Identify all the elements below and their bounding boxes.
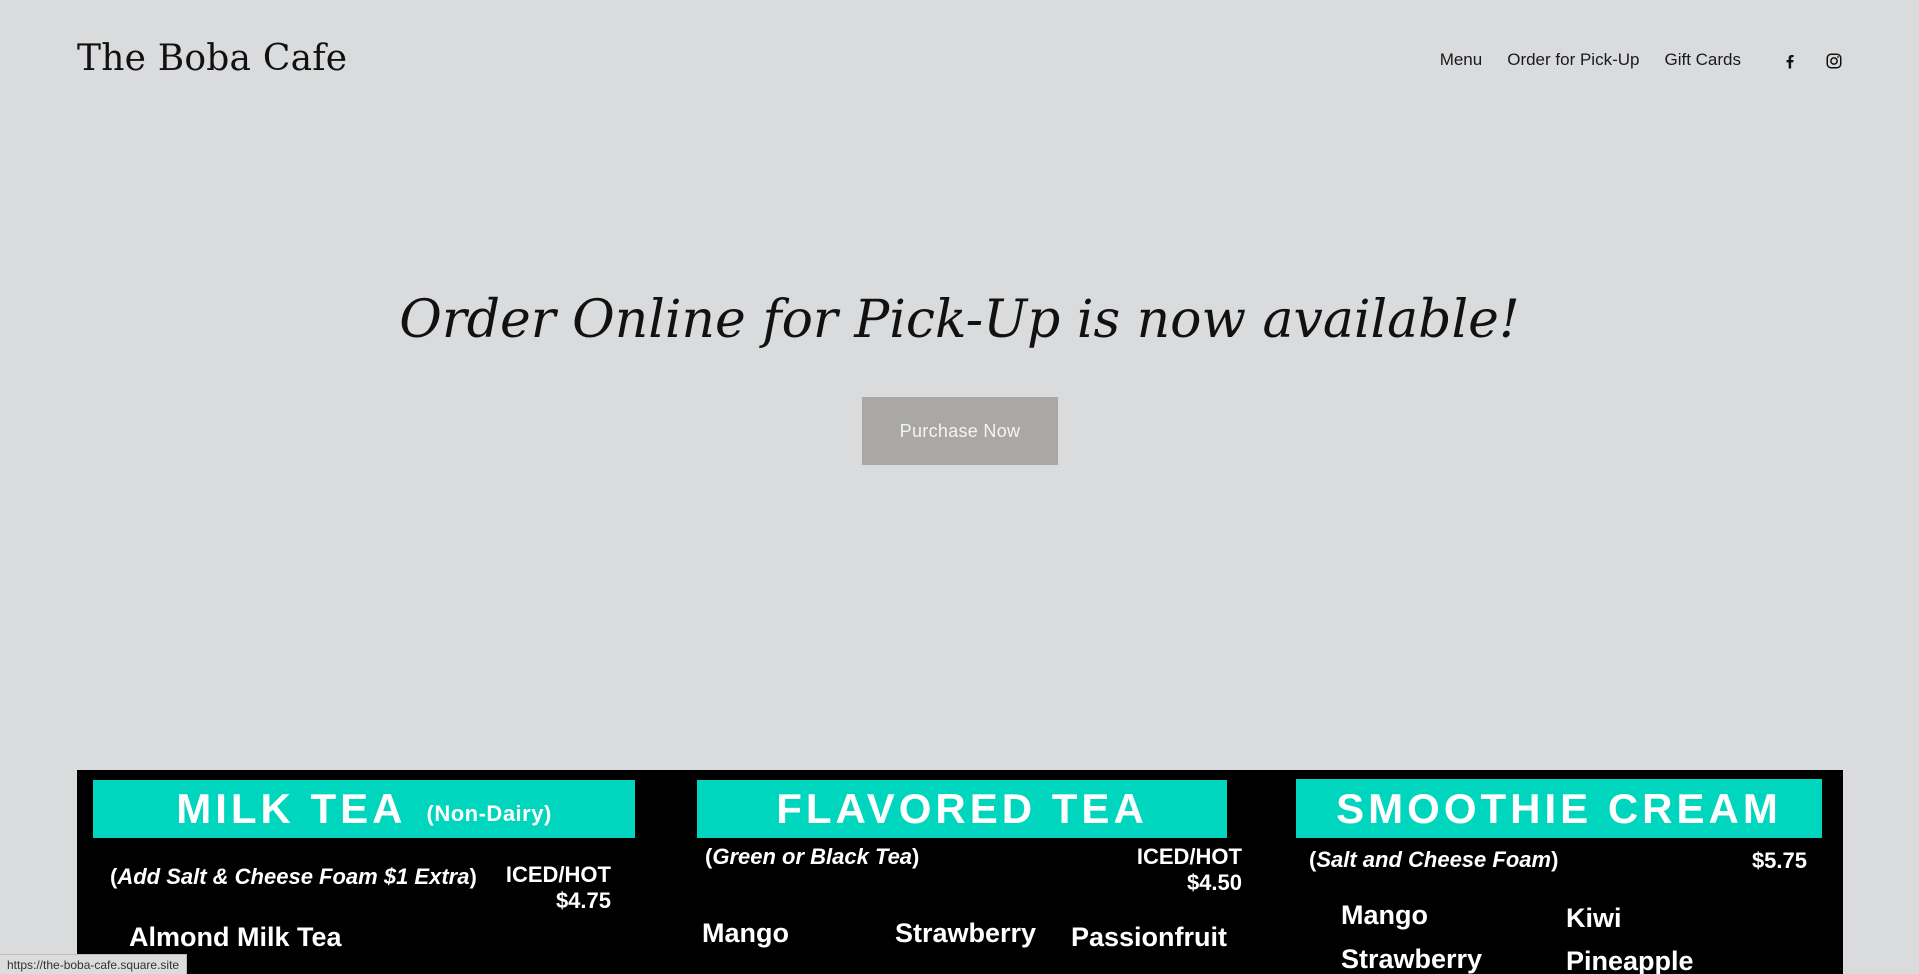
flavored-tea-title: FLAVORED TEA [776, 785, 1148, 832]
milk-tea-price: $4.75 [555, 888, 611, 913]
menu-item: Mango [702, 918, 789, 948]
social-links [1781, 52, 1843, 70]
nav-link-gift-cards[interactable]: Gift Cards [1664, 50, 1741, 70]
menu-item: Pineapple [1566, 946, 1694, 974]
status-bar-url: https://the-boba-cafe.square.site [0, 954, 188, 974]
main-nav: Menu Order for Pick-Up Gift Cards [1440, 50, 1741, 70]
hero-heading: Order Online for Pick-Up is now availabl… [399, 290, 1520, 350]
milk-tea-non-dairy-label: (Non-Dairy) [426, 801, 552, 826]
milk-tea-price-label: ICED/HOT [505, 862, 611, 887]
site-title[interactable]: The Boba Cafe [77, 38, 347, 79]
flavored-tea-price-block: ICED/HOT $4.50 [1097, 844, 1242, 896]
facebook-icon[interactable] [1781, 52, 1799, 70]
flavored-tea-banner: FLAVORED TEA [697, 780, 1227, 838]
nav-link-menu[interactable]: Menu [1440, 50, 1483, 70]
menu-item: Strawberry [1341, 944, 1483, 974]
menu-board-image: MILK TEA (Non-Dairy) (Add Salt & Cheese … [77, 770, 1843, 974]
menu-item: Mango [1341, 900, 1428, 930]
menu-item: Kiwi [1566, 903, 1622, 933]
flavored-tea-price: $4.50 [1186, 870, 1242, 895]
purchase-now-button[interactable]: Purchase Now [862, 397, 1058, 465]
milk-tea-banner: MILK TEA (Non-Dairy) [93, 780, 635, 838]
menu-item: Strawberry [895, 918, 1037, 948]
site-header: The Boba Cafe Menu Order for Pick-Up Gif… [0, 0, 1919, 125]
nav-link-order-for-pick-up[interactable]: Order for Pick-Up [1507, 50, 1639, 70]
milk-tea-subtitle: (Add Salt & Cheese Foam $1 Extra) [110, 864, 477, 889]
menu-item: Passionfruit [1071, 922, 1228, 952]
menu-item: Almond Milk Tea [129, 922, 342, 952]
instagram-icon[interactable] [1825, 52, 1843, 70]
flavored-tea-subtitle: (Green or Black Tea) [705, 844, 920, 869]
milk-tea-price-block: ICED/HOT $4.75 [503, 862, 611, 914]
smoothie-cream-price: $5.75 [1751, 848, 1807, 873]
smoothie-cream-title: SMOOTHIE CREAM [1336, 784, 1782, 832]
smoothie-cream-banner: SMOOTHIE CREAM [1296, 779, 1822, 838]
flavored-tea-price-label: ICED/HOT [1136, 844, 1242, 869]
smoothie-cream-subtitle: (Salt and Cheese Foam) [1309, 847, 1559, 872]
milk-tea-title: MILK TEA [176, 785, 407, 832]
